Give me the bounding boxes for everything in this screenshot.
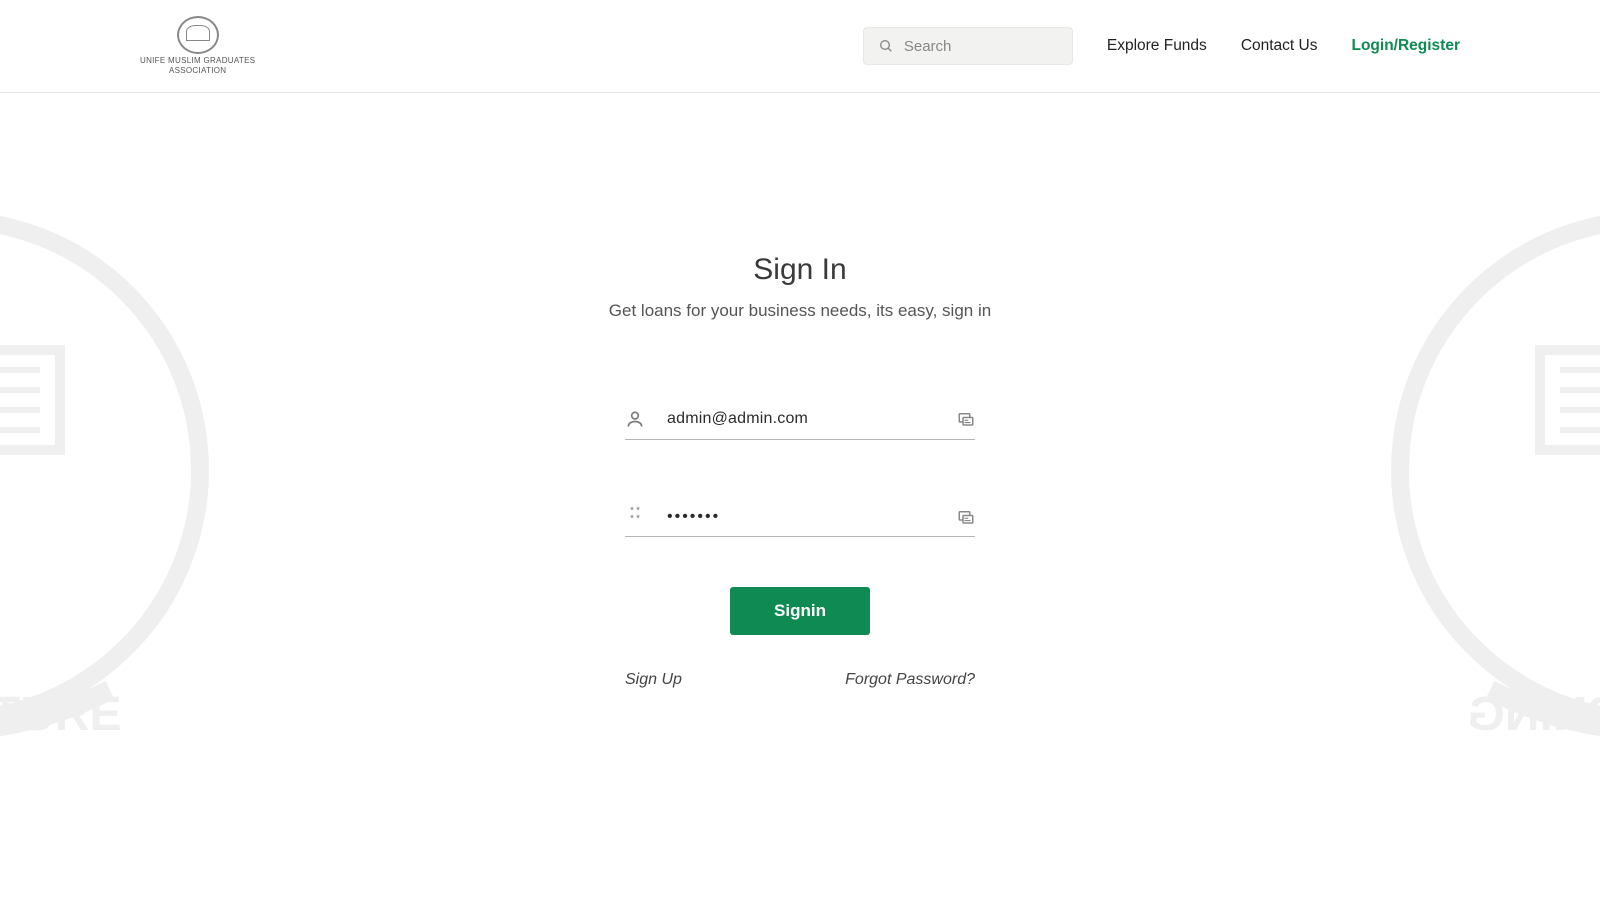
logo-text: UNIFE MUSLIM GRADUATES ASSOCIATION: [140, 56, 255, 75]
signin-button[interactable]: Signin: [730, 587, 870, 635]
signin-form: **** Signin Sign Up Forgot Password?: [625, 399, 975, 689]
svg-text:FOR LEARNING: FOR LEARNING: [1467, 688, 1600, 741]
password-field-row: ****: [625, 498, 975, 537]
main-content: Sign In Get loans for your business need…: [0, 93, 1600, 689]
nav-explore-funds[interactable]: Explore Funds: [1107, 37, 1207, 55]
svg-text:AND CULTURE: AND CULTURE: [0, 688, 122, 741]
header-right: Explore Funds Contact Us Login/Register: [863, 27, 1460, 65]
logo-line-2: ASSOCIATION: [169, 66, 226, 75]
user-icon: [625, 409, 645, 429]
password-asterisks-icon: ****: [625, 509, 645, 525]
autofill-icon[interactable]: [957, 508, 975, 526]
email-field-row: [625, 399, 975, 440]
password-input[interactable]: [667, 508, 957, 526]
search-icon: [878, 38, 894, 54]
header: UNIFE MUSLIM GRADUATES ASSOCIATION Explo…: [0, 0, 1600, 93]
nav-contact-us[interactable]: Contact Us: [1241, 37, 1318, 55]
page-subtitle: Get loans for your business needs, its e…: [609, 301, 991, 321]
logo[interactable]: UNIFE MUSLIM GRADUATES ASSOCIATION: [140, 16, 255, 75]
search-input[interactable]: [904, 38, 1058, 55]
email-input[interactable]: [667, 410, 957, 428]
links-row: Sign Up Forgot Password?: [625, 671, 975, 689]
nav-login-register[interactable]: Login/Register: [1351, 37, 1460, 55]
forgot-password-link[interactable]: Forgot Password?: [845, 671, 975, 689]
logo-emblem: [177, 16, 219, 54]
autofill-icon[interactable]: [957, 410, 975, 428]
search-box[interactable]: [863, 27, 1073, 65]
signup-link[interactable]: Sign Up: [625, 671, 682, 689]
page-title: Sign In: [753, 253, 846, 287]
logo-line-1: UNIFE MUSLIM GRADUATES: [140, 56, 255, 65]
